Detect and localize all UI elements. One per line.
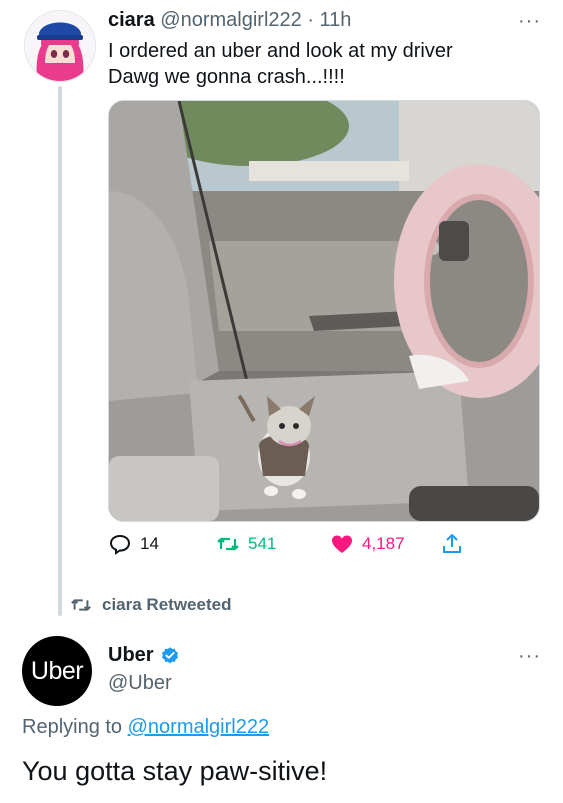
retweet-button[interactable]: 541: [216, 532, 276, 556]
share-button[interactable]: [440, 532, 464, 556]
verified-badge-icon: [161, 646, 178, 663]
tweet-action-bar: 14 541 4,187: [108, 532, 528, 560]
reply-text: You gotta stay paw-sitive!: [22, 756, 328, 786]
tweet-time[interactable]: 11h: [320, 9, 352, 31]
like-count: 4,187: [362, 534, 405, 553]
retweet-count: 541: [248, 534, 277, 553]
tweet-header: ciara @normalgirl222 · 11h: [108, 9, 351, 32]
kitten-in-car-photo: [109, 101, 539, 521]
replying-to-link[interactable]: @normalgirl222: [128, 716, 269, 738]
tweet-text-line-1: I ordered an uber and look at my driver: [108, 40, 453, 62]
heart-icon: [332, 535, 352, 553]
retweeted-notice[interactable]: ciara Retweeted: [70, 594, 231, 616]
more-icon[interactable]: ···: [518, 645, 541, 668]
uber-logo-text: Uber: [30, 656, 84, 685]
tweet-text-line-2: Dawg we gonna crash...!!!!: [108, 66, 345, 88]
reply-button[interactable]: 14: [108, 532, 159, 556]
replying-to-label: Replying to: [22, 716, 128, 738]
reply-author-handle[interactable]: @Uber: [108, 672, 172, 695]
retweet-icon: [71, 599, 91, 611]
thread-connector-line: [58, 86, 62, 616]
more-icon[interactable]: ···: [518, 10, 541, 33]
like-button[interactable]: 4,187: [330, 532, 405, 556]
reply-author-name: Uber: [108, 644, 154, 666]
retweeted-label: ciara Retweeted: [102, 595, 232, 614]
anime-avatar-image: [25, 11, 95, 81]
replying-to: Replying to @normalgirl222: [22, 716, 269, 739]
reply-icon: [109, 534, 131, 555]
header-separator: ·: [301, 9, 320, 31]
share-icon: [443, 534, 461, 553]
author-handle[interactable]: @normalgirl222: [160, 9, 301, 31]
reply-author[interactable]: Uber: [108, 644, 180, 667]
uber-avatar[interactable]: Uber: [22, 636, 92, 706]
author-name[interactable]: ciara: [108, 9, 155, 31]
user-avatar[interactable]: [24, 10, 96, 82]
retweet-icon: [217, 537, 239, 551]
tweet-photo[interactable]: [108, 100, 540, 522]
tweet-text: I ordered an uber and look at my driver …: [108, 38, 528, 90]
reply-count: 14: [140, 534, 159, 553]
